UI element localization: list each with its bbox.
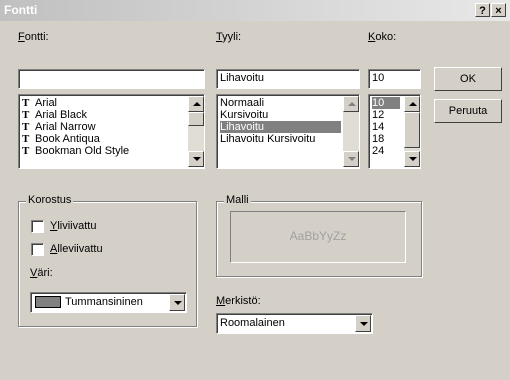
color-label: Väri: — [30, 267, 53, 279]
scroll-thumb[interactable] — [404, 112, 420, 148]
font-list-scrollbar[interactable] — [188, 96, 204, 167]
close-button[interactable]: × — [491, 3, 506, 17]
list-item[interactable]: T Book Antiqua — [22, 133, 100, 145]
size-list[interactable]: 10 12 14 18 24 — [368, 94, 421, 169]
script-dropdown-button[interactable] — [355, 315, 371, 332]
list-item[interactable]: 18 — [372, 133, 384, 145]
scroll-up-button[interactable] — [404, 96, 420, 112]
scroll-thumb[interactable] — [188, 112, 204, 126]
sample-text: AaBbYyZz — [289, 229, 347, 243]
color-dropdown-button[interactable] — [169, 294, 185, 311]
script-value: Roomalainen — [220, 317, 285, 329]
style-label: Tyyli: — [216, 31, 242, 43]
list-item-selected[interactable]: Lihavoitu — [220, 121, 341, 133]
truetype-icon: T — [22, 145, 30, 157]
title-bar: Fontti ? × — [0, 0, 510, 21]
arrow-down-icon — [409, 157, 417, 161]
font-dialog: Fontti ? × Fontti: T Arial T Arial Black T… — [0, 0, 510, 380]
scroll-down-button[interactable] — [188, 151, 204, 167]
arrow-down-icon — [193, 157, 201, 161]
scroll-up-button[interactable] — [188, 96, 204, 112]
arrow-up-icon — [348, 102, 356, 106]
arrow-up-icon — [193, 102, 201, 106]
size-input[interactable]: 10 — [368, 69, 421, 89]
chevron-down-icon — [360, 322, 368, 326]
strikeout-checkbox[interactable] — [31, 220, 44, 233]
truetype-icon: T — [22, 121, 30, 133]
list-item[interactable]: 24 — [372, 145, 384, 157]
list-item[interactable]: T Arial Narrow — [22, 121, 96, 133]
arrow-down-icon — [348, 157, 356, 161]
size-list-scrollbar[interactable] — [404, 96, 420, 167]
ok-button[interactable]: OK — [434, 67, 502, 91]
sample-preview: AaBbYyZz — [230, 211, 406, 263]
font-label: Fontti: — [18, 31, 49, 43]
scroll-down-button[interactable] — [343, 151, 359, 167]
scroll-down-button[interactable] — [404, 151, 420, 167]
style-list[interactable]: Normaali Kursivoitu Lihavoitu Lihavoitu … — [216, 94, 360, 169]
truetype-icon: T — [22, 97, 30, 109]
truetype-icon: T — [22, 109, 30, 121]
underline-checkbox[interactable] — [31, 243, 44, 256]
effects-group-title: Korostus — [26, 194, 74, 206]
style-list-scrollbar[interactable] — [343, 96, 359, 167]
dialog-title: Fontti — [4, 3, 38, 17]
font-list[interactable]: T Arial T Arial Black T Arial Narrow T Book … — [18, 94, 205, 169]
underline-label[interactable]: Alleviivattu — [50, 243, 103, 255]
color-value: Tummansininen — [65, 296, 143, 308]
list-item[interactable]: T Arial — [22, 97, 57, 109]
color-swatch — [35, 296, 61, 308]
sample-group-title: Malli — [224, 194, 251, 206]
list-item[interactable]: Kursivoitu — [220, 109, 268, 121]
color-select[interactable]: Tummansininen — [30, 292, 187, 313]
list-item[interactable]: Normaali — [220, 97, 264, 109]
list-item[interactable]: T Bookman Old Style — [22, 145, 129, 157]
style-input[interactable]: Lihavoitu — [216, 69, 360, 89]
help-button[interactable]: ? — [475, 3, 490, 17]
truetype-icon: T — [22, 133, 30, 145]
script-label: Merkistö: — [216, 295, 261, 307]
list-item-selected[interactable]: 10 — [372, 97, 400, 109]
list-item[interactable]: 14 — [372, 121, 384, 133]
script-select[interactable]: Roomalainen — [216, 313, 373, 334]
list-item[interactable]: 12 — [372, 109, 384, 121]
chevron-down-icon — [174, 301, 182, 305]
list-item[interactable]: Lihavoitu Kursivoitu — [220, 133, 315, 145]
cancel-button[interactable]: Peruuta — [434, 99, 502, 123]
size-label: Koko: — [368, 31, 397, 43]
strikeout-label[interactable]: Yliviivattu — [50, 220, 96, 232]
arrow-up-icon — [409, 102, 417, 106]
scroll-up-button[interactable] — [343, 96, 359, 112]
font-name-input[interactable] — [18, 69, 205, 89]
list-item[interactable]: T Arial Black — [22, 109, 87, 121]
